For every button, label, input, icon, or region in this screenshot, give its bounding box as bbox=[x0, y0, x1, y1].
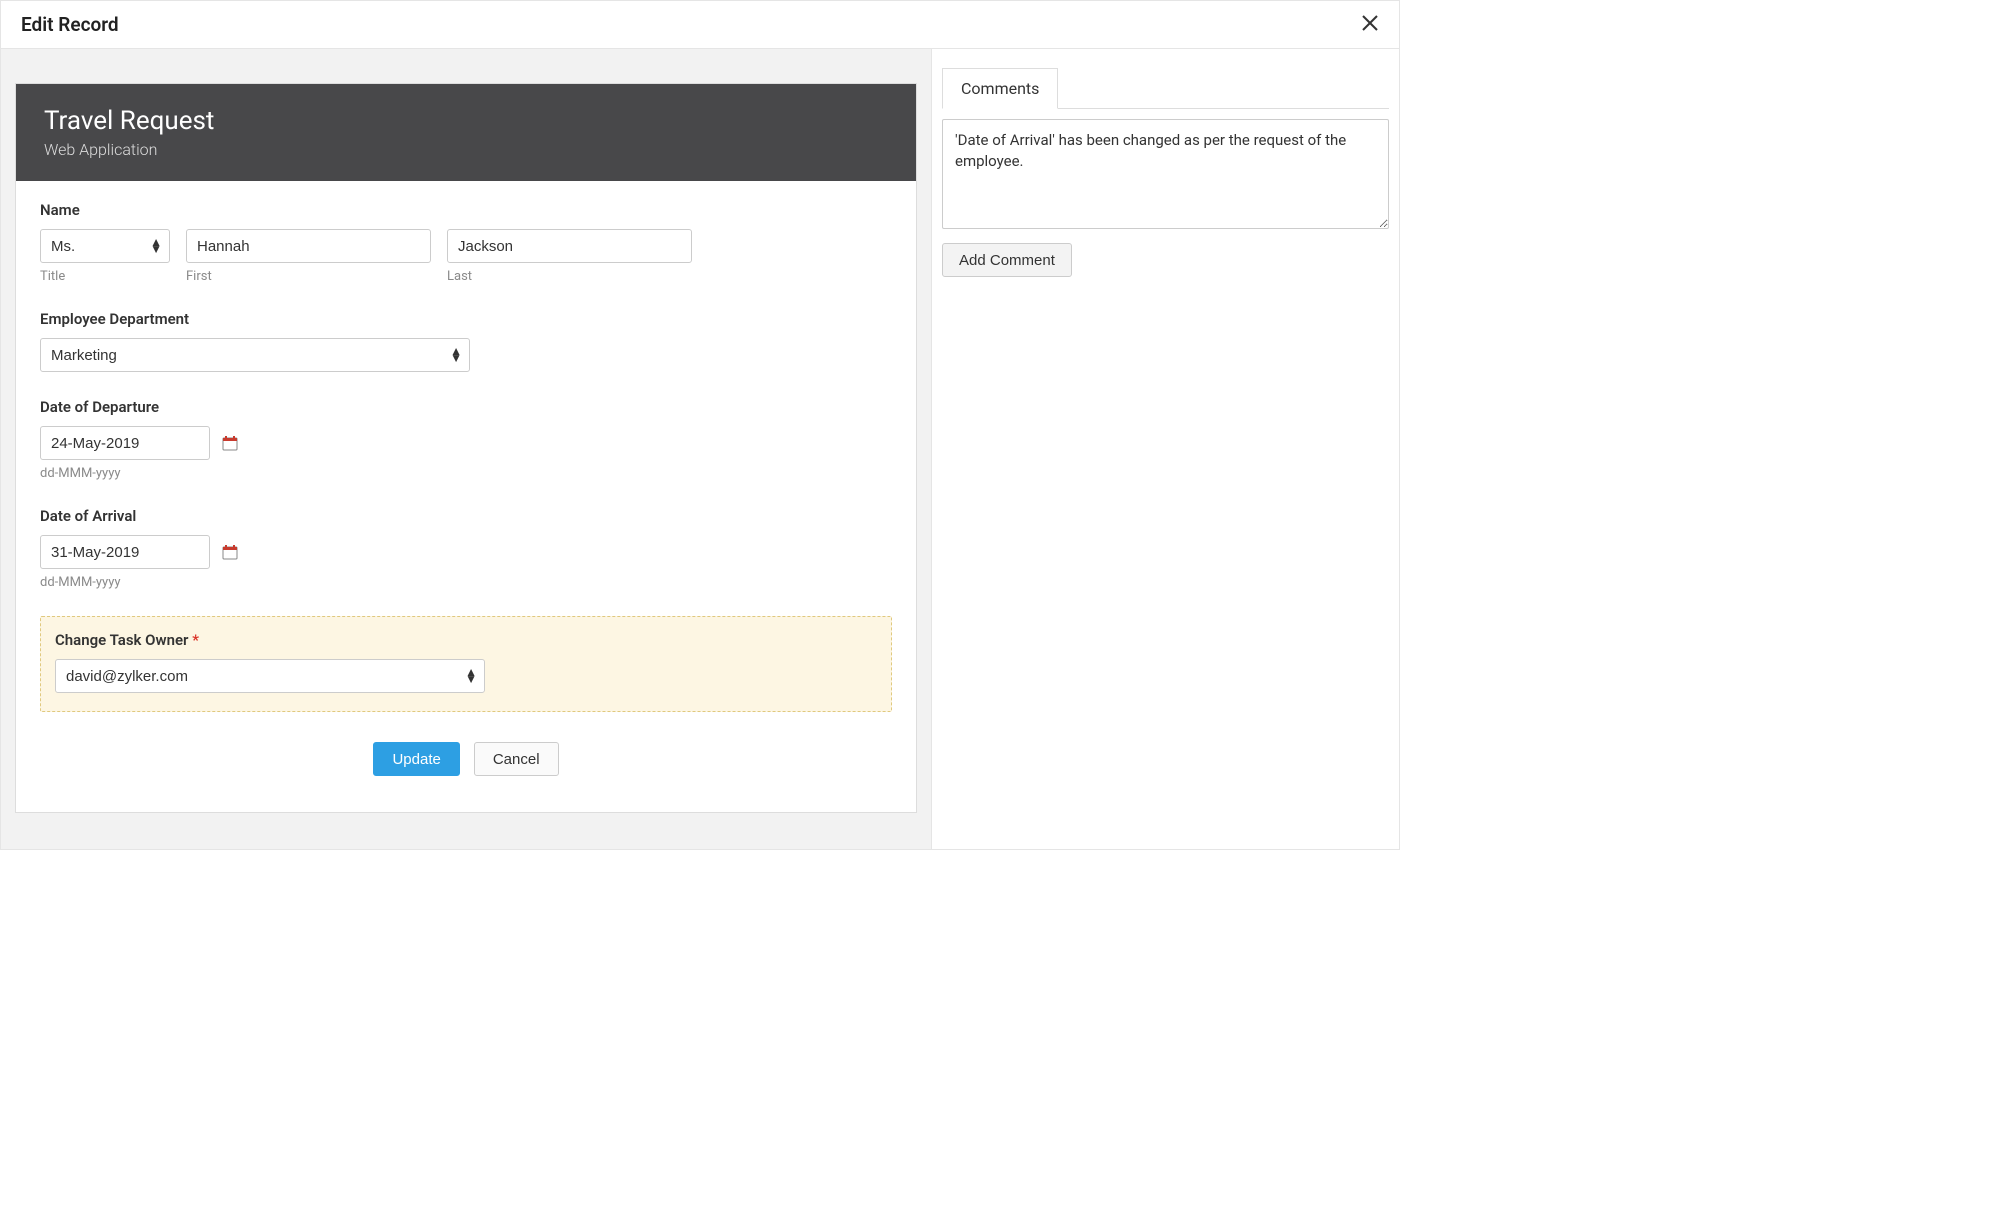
departure-format: dd-MMM-yyyy bbox=[40, 466, 892, 481]
department-select[interactable] bbox=[40, 338, 470, 372]
form-card-header: Travel Request Web Application bbox=[16, 84, 916, 181]
form-card: Travel Request Web Application Name ▲▼ bbox=[15, 83, 917, 813]
form-actions: Update Cancel bbox=[40, 742, 892, 776]
arrival-row bbox=[40, 535, 892, 569]
title-select-wrap: ▲▼ bbox=[40, 229, 170, 263]
form-pane: Travel Request Web Application Name ▲▼ bbox=[1, 49, 931, 849]
last-col: Last bbox=[447, 229, 692, 284]
change-owner-label: Change Task Owner * bbox=[55, 631, 877, 649]
modal-header: Edit Record bbox=[1, 1, 1399, 49]
close-icon bbox=[1361, 12, 1379, 37]
first-helper: First bbox=[186, 269, 431, 284]
form-body: Name ▲▼ Title First bbox=[16, 181, 916, 812]
add-comment-button[interactable]: Add Comment bbox=[942, 243, 1072, 277]
comments-pane: Comments Add Comment bbox=[931, 49, 1399, 849]
owner-select-wrap: ▲▼ bbox=[55, 659, 485, 693]
cancel-button[interactable]: Cancel bbox=[474, 742, 559, 776]
calendar-icon[interactable] bbox=[222, 435, 238, 451]
arrival-field-group: Date of Arrival dd-MMM-yyyy bbox=[40, 507, 892, 590]
modal-title: Edit Record bbox=[21, 13, 119, 36]
departure-field-group: Date of Departure dd-MMM-yyyy bbox=[40, 398, 892, 481]
arrival-format: dd-MMM-yyyy bbox=[40, 575, 892, 590]
edit-record-modal: Edit Record Travel Request Web Applicati… bbox=[0, 0, 1400, 850]
arrival-date-input[interactable] bbox=[40, 535, 210, 569]
department-field-group: Employee Department ▲▼ bbox=[40, 310, 892, 372]
departure-label: Date of Departure bbox=[40, 398, 892, 416]
departure-date-input[interactable] bbox=[40, 426, 210, 460]
modal-body: Travel Request Web Application Name ▲▼ bbox=[1, 49, 1399, 849]
department-select-wrap: ▲▼ bbox=[40, 338, 470, 372]
title-select[interactable] bbox=[40, 229, 170, 263]
name-field-group: Name ▲▼ Title First bbox=[40, 201, 892, 284]
first-col: First bbox=[186, 229, 431, 284]
name-row: ▲▼ Title First Last bbox=[40, 229, 892, 284]
required-star-icon: * bbox=[192, 631, 199, 649]
change-owner-section: Change Task Owner * ▲▼ bbox=[40, 616, 892, 712]
owner-select[interactable] bbox=[55, 659, 485, 693]
departure-row bbox=[40, 426, 892, 460]
form-title: Travel Request bbox=[44, 106, 888, 136]
title-helper: Title bbox=[40, 269, 170, 284]
tabs: Comments bbox=[942, 67, 1389, 109]
form-subtitle: Web Application bbox=[44, 140, 888, 159]
change-owner-label-text: Change Task Owner bbox=[55, 631, 188, 649]
tab-comments[interactable]: Comments bbox=[942, 68, 1058, 109]
last-helper: Last bbox=[447, 269, 692, 284]
first-name-input[interactable] bbox=[186, 229, 431, 263]
department-label: Employee Department bbox=[40, 310, 892, 328]
update-button[interactable]: Update bbox=[373, 742, 459, 776]
title-col: ▲▼ Title bbox=[40, 229, 170, 284]
name-label: Name bbox=[40, 201, 892, 219]
comment-textarea[interactable] bbox=[942, 119, 1389, 229]
arrival-label: Date of Arrival bbox=[40, 507, 892, 525]
close-button[interactable] bbox=[1361, 14, 1379, 36]
last-name-input[interactable] bbox=[447, 229, 692, 263]
calendar-icon[interactable] bbox=[222, 544, 238, 560]
